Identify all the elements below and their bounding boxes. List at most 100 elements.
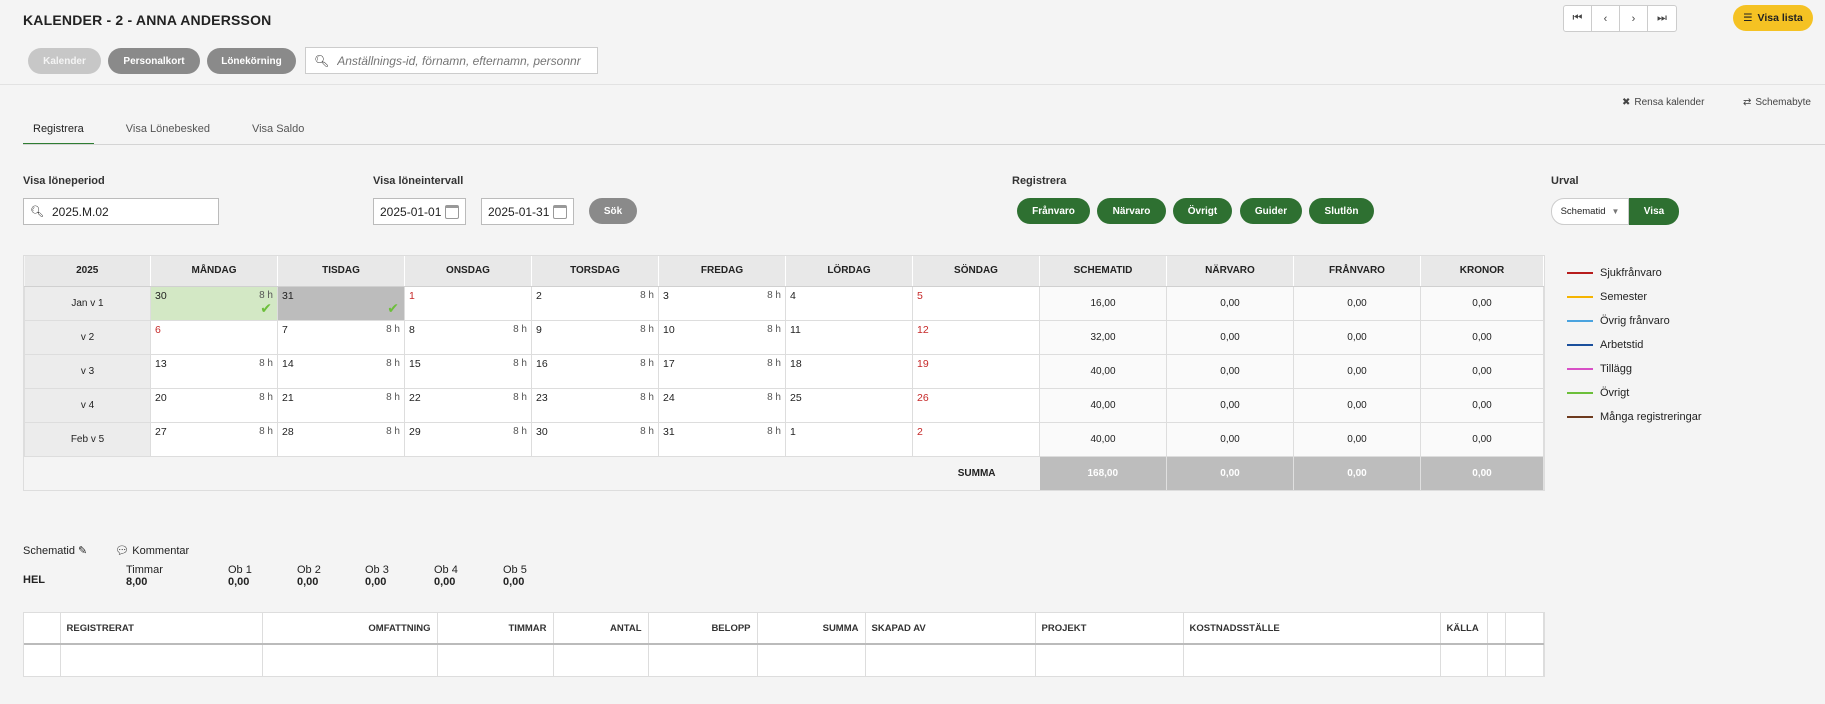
urval-select[interactable]: Schematid ▼ <box>1551 198 1629 225</box>
registrations-col-header[interactable]: BELOPP <box>648 613 758 645</box>
employee-search-input[interactable] <box>337 53 588 68</box>
schemabyte-link[interactable]: ⇄ Schemabyte <box>1743 97 1811 108</box>
tab-visa-saldo[interactable]: Visa Saldo <box>242 113 314 145</box>
summa-value: 0,00 <box>1420 456 1544 490</box>
next-record-button[interactable]: › <box>1620 6 1648 31</box>
calendar-day-cell[interactable]: 13 8 h <box>150 353 278 389</box>
registrations-col-header[interactable]: KOSTNADSSTÄLLE <box>1183 613 1441 645</box>
week-label: v 2 <box>24 319 151 355</box>
from-date-field[interactable]: 2025-01-01 <box>373 198 466 225</box>
calendar-day-cell[interactable]: 8 8 h <box>404 319 532 355</box>
schemabyte-label: Schemabyte <box>1755 97 1811 108</box>
registrations-col-header[interactable] <box>24 613 61 645</box>
narvaro-button[interactable]: Närvaro <box>1097 198 1166 224</box>
visa-lista-button[interactable]: ☰ Visa lista <box>1733 5 1813 31</box>
calendar-day-cell[interactable]: 25 <box>785 387 913 423</box>
calendar-day-cell[interactable]: 11 <box>785 319 913 355</box>
calendar-day-cell[interactable]: 29 8 h <box>404 421 532 457</box>
urval-visa-button[interactable]: Visa <box>1629 198 1679 225</box>
calendar-day-cell[interactable]: 21 8 h <box>277 387 405 423</box>
summa-spacer <box>405 456 532 490</box>
personalkort-button[interactable]: Personalkort <box>108 48 200 74</box>
franvaro-button[interactable]: Frånvaro <box>1017 198 1090 224</box>
calendar-day-cell[interactable]: 24 8 h <box>658 387 786 423</box>
registrations-col-header[interactable]: REGISTRERAT <box>60 613 263 645</box>
tab-registrera[interactable]: Registrera <box>23 113 94 145</box>
guider-button[interactable]: Guider <box>1240 198 1302 224</box>
calendar-day-cell[interactable]: 6 <box>150 319 278 355</box>
day-number: 16 <box>536 357 548 370</box>
calendar-week-row: v 4 20 8 h 21 8 h 22 8 h 23 8 h 24 8 h 25 26 40,00 0,0… <box>24 387 1544 423</box>
kommentar-link[interactable]: 💬︎ Kommentar <box>115 544 189 557</box>
calendar-day-cell[interactable]: 12 <box>912 319 1040 355</box>
calendar-day-cell[interactable]: 30 8 h ✔ <box>150 285 278 321</box>
calendar-day-cell[interactable]: 3 8 h <box>658 285 786 321</box>
calendar-day-cell[interactable]: 28 8 h <box>277 421 405 457</box>
schema-type: HEL <box>23 574 45 586</box>
registrations-col-header[interactable]: SKAPAD AV <box>865 613 1036 645</box>
legend-item: Övrigt <box>1567 381 1702 405</box>
calendar-day-cell[interactable]: 2 <box>912 421 1040 457</box>
calendar-day-cell[interactable]: 27 8 h <box>150 421 278 457</box>
calendar-day-cell[interactable]: 30 8 h <box>531 421 659 457</box>
calendar-day-cell[interactable]: 16 8 h <box>531 353 659 389</box>
schema-stat-label: Ob 3 <box>365 564 389 576</box>
registrations-col-header[interactable]: ANTAL <box>553 613 649 645</box>
registrations-col-header[interactable]: PROJEKT <box>1035 613 1184 645</box>
calendar-icon[interactable] <box>553 204 567 219</box>
checkmark-icon: ✔ <box>387 299 399 316</box>
calendar-day-cell[interactable]: 17 8 h <box>658 353 786 389</box>
calendar-day-cell[interactable]: 4 <box>785 285 913 321</box>
schematid-link[interactable]: Schematid ✎ <box>23 544 87 557</box>
registrations-col-header[interactable]: TIMMAR <box>437 613 554 645</box>
day-number: 18 <box>790 357 802 370</box>
registrations-col-header[interactable]: SUMMA <box>757 613 866 645</box>
calendar-icon[interactable] <box>445 204 459 219</box>
sok-button[interactable]: Sök <box>589 198 637 224</box>
calendar-day-cell[interactable]: 5 <box>912 285 1040 321</box>
calendar-col-header: KRONOR <box>1420 256 1544 287</box>
week-sum-cell: 0,00 <box>1420 421 1544 457</box>
registrations-col-header[interactable] <box>1487 613 1506 645</box>
lonekorning-button[interactable]: Lönekörning <box>207 48 296 74</box>
calendar-day-cell[interactable]: 26 <box>912 387 1040 423</box>
kalender-button[interactable]: Kalender <box>28 48 101 74</box>
calendar-day-cell[interactable]: 10 8 h <box>658 319 786 355</box>
calendar-day-cell[interactable]: 20 8 h <box>150 387 278 423</box>
slutlon-button[interactable]: Slutlön <box>1309 198 1374 224</box>
calendar-day-cell[interactable]: 31 ✔ <box>277 285 405 321</box>
scheduled-hours: 8 h <box>386 323 400 335</box>
calendar-day-cell[interactable]: 19 <box>912 353 1040 389</box>
page-title: KALENDER - 2 - ANNA ANDERSSON <box>23 12 272 28</box>
to-date-field[interactable]: 2025-01-31 <box>481 198 574 225</box>
calendar-day-cell[interactable]: 18 <box>785 353 913 389</box>
calendar-day-cell[interactable]: 9 8 h <box>531 319 659 355</box>
calendar-day-cell[interactable]: 14 8 h <box>277 353 405 389</box>
first-record-button[interactable]: ⏮ <box>1564 6 1592 31</box>
previous-record-button[interactable]: ‹ <box>1592 6 1620 31</box>
calendar-day-cell[interactable]: 7 8 h <box>277 319 405 355</box>
calendar-day-cell[interactable]: 31 8 h <box>658 421 786 457</box>
scheduled-hours: 8 h <box>513 391 527 403</box>
registrations-col-header[interactable] <box>1505 613 1544 645</box>
rensa-kalender-link[interactable]: ✖ Rensa kalender <box>1622 97 1704 108</box>
calendar-day-cell[interactable]: 15 8 h <box>404 353 532 389</box>
employee-search[interactable]: 🔍︎ <box>305 47 598 74</box>
ovrigt-button[interactable]: Övrigt <box>1173 198 1232 224</box>
calendar-day-cell[interactable]: 1 <box>785 421 913 457</box>
registrations-col-header[interactable]: KÄLLA <box>1440 613 1488 645</box>
table-cell <box>1505 644 1544 676</box>
tab-visa-lonebesked[interactable]: Visa Lönebesked <box>116 113 220 145</box>
calendar-day-cell[interactable]: 1 <box>404 285 532 321</box>
scheduled-hours: 8 h <box>259 357 273 369</box>
calendar-day-cell[interactable]: 22 8 h <box>404 387 532 423</box>
calendar-day-cell[interactable]: 2 8 h <box>531 285 659 321</box>
calendar-col-header: TISDAG <box>277 256 405 287</box>
calendar-day-cell[interactable]: 23 8 h <box>531 387 659 423</box>
last-record-button[interactable]: ⏭ <box>1648 6 1676 31</box>
loneperiod-field[interactable]: 🔍︎ 2025.M.02 <box>23 198 219 225</box>
day-number: 15 <box>409 357 421 370</box>
legend-label: Övrigt <box>1600 387 1630 399</box>
schema-stat-value: 0,00 <box>228 576 250 588</box>
registrations-col-header[interactable]: OMFATTNING <box>262 613 438 645</box>
